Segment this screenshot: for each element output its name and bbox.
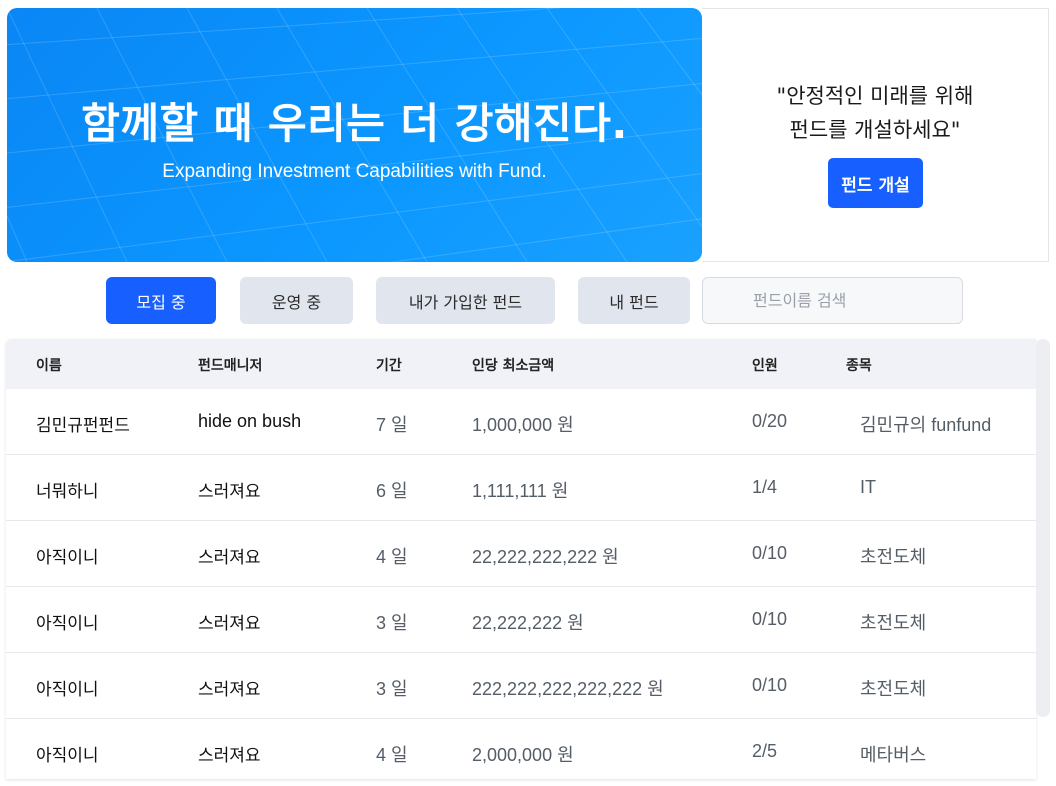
cell-members: 2/5 [752, 741, 778, 761]
cell-min-amount: 1,000,000 원 [472, 415, 574, 435]
promo-quote: "안정적인 미래를 위해 펀드를 개설하세요" [702, 79, 1048, 147]
table-row[interactable]: 너뭐하니 스러져요 6 일 1,111,111 원 1/4 IT [6, 455, 1036, 521]
cell-manager: 스러져요 [198, 548, 261, 568]
tab-recruiting[interactable]: 모집 중 [106, 277, 216, 324]
fund-search-input[interactable] [702, 277, 963, 324]
table-row[interactable]: 아직이니 스러져요 4 일 2,000,000 원 2/5 메타버스 [6, 719, 1036, 779]
cell-min-amount: 222,222,222,222,222 원 [472, 679, 664, 699]
cell-sector: 메타버스 [860, 745, 927, 765]
cell-period: 3 일 [376, 679, 408, 699]
cell-manager: 스러져요 [198, 680, 261, 700]
cell-members: 0/10 [752, 675, 788, 695]
cell-name: 아직이니 [36, 680, 99, 700]
cell-manager: 스러져요 [198, 614, 261, 634]
cell-members: 0/20 [752, 411, 788, 431]
column-header-manager: 펀드매니저 [198, 358, 263, 374]
table-header: 이름 펀드매니저 기간 인당 최소금액 인원 종목 [6, 339, 1036, 389]
banner-title: 함께할 때 우리는 더 강해진다. [81, 99, 628, 148]
cell-period: 4 일 [376, 745, 408, 765]
cell-sector: 초전도체 [860, 547, 927, 567]
cell-period: 7 일 [376, 415, 408, 435]
cell-name: 너뭐하니 [36, 482, 99, 502]
cell-manager: hide on bush [198, 411, 302, 431]
cell-sector: 김민규의 funfund [860, 415, 992, 435]
create-fund-promo: "안정적인 미래를 위해 펀드를 개설하세요" 펀드 개설 [702, 8, 1049, 262]
cell-manager: 스러져요 [198, 746, 261, 766]
tab-operating[interactable]: 운영 중 [240, 277, 353, 324]
cell-period: 6 일 [376, 481, 408, 501]
column-header-min-amount: 인당 최소금액 [472, 358, 555, 374]
cell-name: 아직이니 [36, 548, 99, 568]
column-header-members: 인원 [752, 358, 778, 374]
hero-banner: 함께할 때 우리는 더 강해진다. Expanding Investment C… [7, 8, 702, 262]
create-fund-button[interactable]: 펀드 개설 [828, 158, 923, 208]
promo-quote-line2: 펀드를 개설하세요" [789, 118, 961, 142]
table-row[interactable]: 아직이니 스러져요 3 일 22,222,222 원 0/10 초전도체 [6, 587, 1036, 653]
table-row[interactable]: 아직이니 스러져요 4 일 22,222,222,222 원 0/10 초전도체 [6, 521, 1036, 587]
column-header-sector: 종목 [846, 358, 872, 374]
cell-min-amount: 22,222,222 원 [472, 613, 584, 633]
cell-name: 김민규펀펀드 [36, 416, 130, 436]
table-row[interactable]: 아직이니 스러져요 3 일 222,222,222,222,222 원 0/10… [6, 653, 1036, 719]
column-header-period: 기간 [376, 358, 402, 374]
fund-table: 이름 펀드매니저 기간 인당 최소금액 인원 종목 김민규펀펀드 hide on… [6, 339, 1036, 779]
cell-period: 4 일 [376, 547, 408, 567]
cell-min-amount: 1,111,111 원 [472, 481, 569, 501]
column-header-name: 이름 [36, 358, 62, 374]
cell-sector: IT [860, 477, 876, 497]
cell-name: 아직이니 [36, 746, 99, 766]
cell-manager: 스러져요 [198, 482, 261, 502]
cell-members: 0/10 [752, 609, 788, 629]
tab-joined-funds[interactable]: 내가 가입한 펀드 [376, 277, 555, 324]
cell-min-amount: 22,222,222,222 원 [472, 547, 619, 567]
cell-members: 1/4 [752, 477, 778, 497]
table-row[interactable]: 김민규펀펀드 hide on bush 7 일 1,000,000 원 0/20… [6, 389, 1036, 455]
cell-sector: 초전도체 [860, 679, 927, 699]
tab-my-funds[interactable]: 내 펀드 [578, 277, 690, 324]
promo-quote-line1: "안정적인 미래를 위해 [776, 84, 974, 108]
banner-subtitle: Expanding Investment Capabilities with F… [162, 161, 547, 182]
cell-sector: 초전도체 [860, 613, 927, 633]
cell-period: 3 일 [376, 613, 408, 633]
cell-min-amount: 2,000,000 원 [472, 745, 574, 765]
table-scrollbar[interactable] [1036, 339, 1050, 717]
cell-members: 0/10 [752, 543, 788, 563]
cell-name: 아직이니 [36, 614, 99, 634]
